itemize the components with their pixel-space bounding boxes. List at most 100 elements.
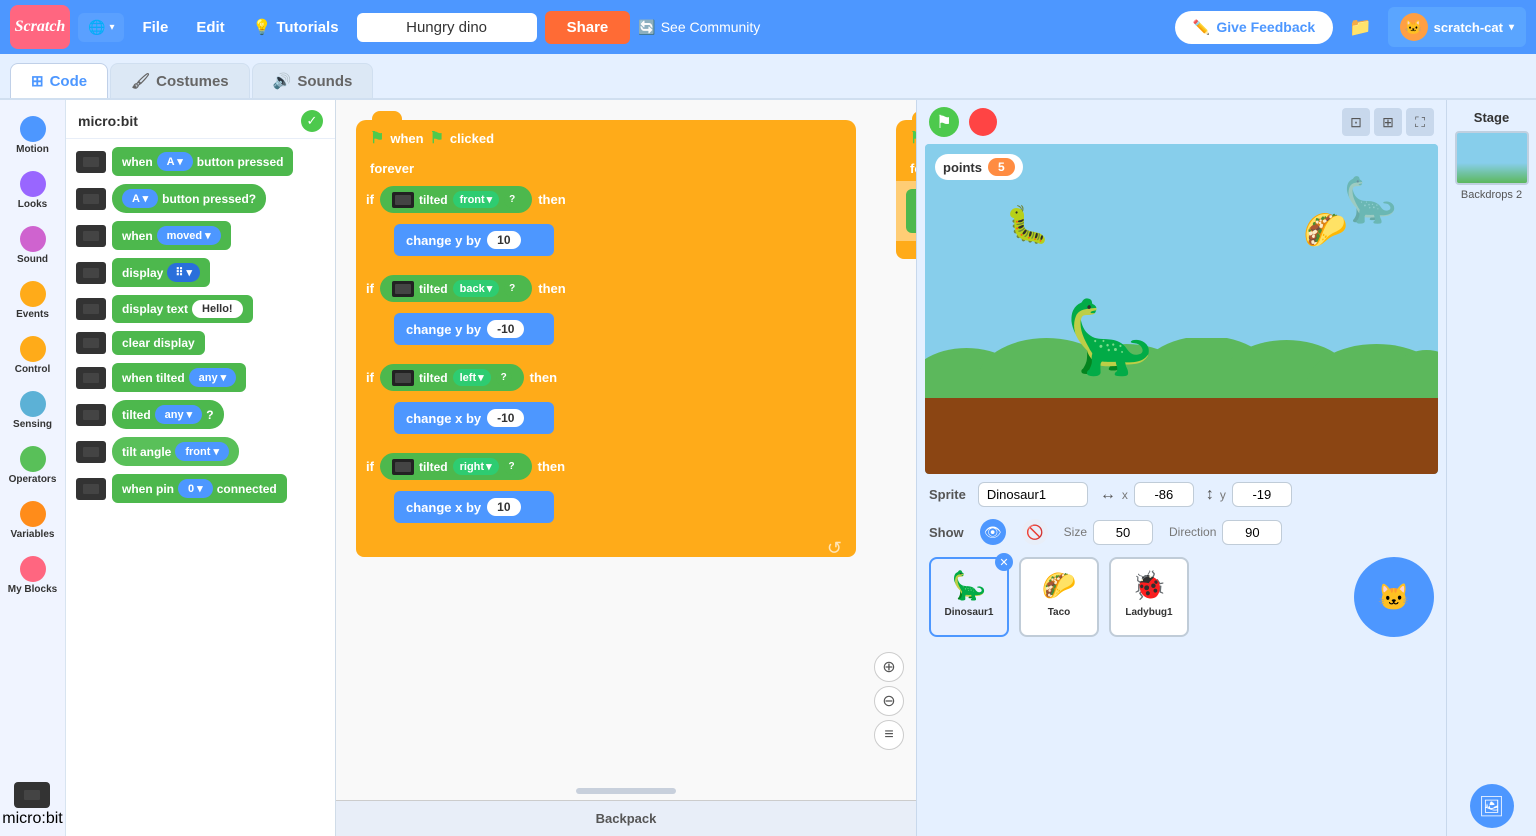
sprite-thumbnails: ✕ 🦕 Dinosaur1 🌮 Taco 🐞 Ladybug1 🐱 [917, 549, 1446, 645]
block-clear-display-shape[interactable]: clear display [112, 331, 205, 355]
left-dropdown[interactable]: left ▾ [453, 369, 491, 386]
change-x-left[interactable]: change x by -10 [394, 402, 554, 434]
cond-tilted-left[interactable]: tilted left ▾ ? [380, 364, 524, 391]
block-a-button-bool[interactable]: A ▾ button pressed? [112, 184, 266, 213]
sidebar-item-sound[interactable]: Sound [4, 220, 62, 271]
block-when-pin[interactable]: when pin 0 ▾ connected [76, 474, 325, 503]
block-display[interactable]: display ⠿ ▾ [76, 258, 325, 287]
block-tilt-angle[interactable]: tilt angle front ▾ [76, 437, 325, 466]
front-dropdown[interactable]: front ▾ [453, 191, 500, 208]
sprite-name-input[interactable] [978, 482, 1088, 507]
sprite-thumb-dinosaur[interactable]: ✕ 🦕 Dinosaur1 [929, 557, 1009, 637]
small-stage-button[interactable]: ⊡ [1342, 108, 1370, 136]
sprite-thumb-taco[interactable]: 🌮 Taco [1019, 557, 1099, 637]
block-clear-display[interactable]: clear display [76, 331, 325, 355]
change-y-back[interactable]: change y by -10 [394, 313, 554, 345]
x-coord-input[interactable] [1134, 482, 1194, 507]
fullscreen-button[interactable]: ⛶ [1406, 108, 1434, 136]
block-tilted-bool-shape[interactable]: tilted any ▾ ? [112, 400, 224, 429]
add-sprite-button[interactable]: 🐱 [1354, 557, 1434, 637]
if-front-block[interactable]: if tilted front ▾ ? then change y by 10 [356, 181, 856, 272]
if-back-block[interactable]: if tilted back ▾ ? then change y by -10 [356, 270, 856, 361]
hat-block-1[interactable]: ⚑ when ⚑ clicked [356, 120, 856, 156]
mb-mini-icon-3 [392, 370, 414, 386]
sprite-delete-dinosaur[interactable]: ✕ [995, 553, 1013, 571]
tab-costumes[interactable]: 🖌 Costumes [110, 63, 250, 98]
share-button[interactable]: Share [545, 11, 631, 44]
file-menu[interactable]: File [132, 13, 178, 42]
user-menu[interactable]: 🐱 scratch-cat ▾ [1388, 7, 1526, 47]
block-when-a-pressed-shape[interactable]: when A ▾ button pressed [112, 147, 293, 176]
scratch-logo[interactable]: Scratch [10, 5, 70, 49]
forever-block-1[interactable]: forever [356, 156, 856, 181]
sensing-label: Sensing [13, 419, 52, 430]
horizontal-scrollbar[interactable] [576, 788, 676, 794]
green-flag-button[interactable]: ⚑ [929, 107, 959, 137]
if-right-block[interactable]: if tilted right ▾ ? then change x by 10 [356, 448, 856, 539]
block-tilt-angle-shape[interactable]: tilt angle front ▾ [112, 437, 239, 466]
block-display-shape[interactable]: display ⠿ ▾ [112, 258, 210, 287]
cond-tilted-front[interactable]: tilted front ▾ ? [380, 186, 532, 213]
block-a-button-pressed[interactable]: A ▾ button pressed? [76, 184, 325, 213]
lightbulb-icon: 💡 [253, 18, 272, 36]
tutorials-button[interactable]: 💡 Tutorials [243, 12, 349, 42]
project-name-input[interactable] [357, 13, 537, 42]
community-button[interactable]: 🔄 See Community [638, 19, 760, 36]
stop-button[interactable] [969, 108, 997, 136]
sidebar-item-motion[interactable]: Motion [4, 110, 62, 161]
sidebar-item-looks[interactable]: Looks [4, 165, 62, 216]
if-left-block[interactable]: if tilted left ▾ ? then change x by -10 [356, 359, 856, 450]
script-canvas[interactable]: ⚑ when ⚑ clicked forever if tilted front… [336, 100, 916, 800]
backpack-bar[interactable]: Backpack [336, 800, 916, 836]
show-eye-button[interactable]: 👁 [980, 519, 1006, 545]
zoom-out-button[interactable]: ⊖ [874, 686, 904, 716]
y-coord-input[interactable] [1232, 482, 1292, 507]
ladybug-sprite: 🐛 [1005, 204, 1050, 246]
tab-code[interactable]: ⊞ Code [10, 63, 108, 98]
change-x-right[interactable]: change x by 10 [394, 491, 554, 523]
block-when-a-pressed[interactable]: when A ▾ button pressed [76, 147, 325, 176]
block-when-pin-shape[interactable]: when pin 0 ▾ connected [112, 474, 287, 503]
operators-label: Operators [9, 474, 57, 485]
block-display-text[interactable]: display text Hello! [76, 295, 325, 323]
feedback-button[interactable]: ✏️ Give Feedback [1175, 11, 1333, 44]
folder-button[interactable]: 📁 [1341, 13, 1379, 42]
sidebar-microbit[interactable]: micro:bit [2, 782, 62, 828]
direction-input[interactable] [1222, 520, 1282, 545]
stage-mini-thumbnail[interactable] [1455, 131, 1529, 185]
hat-block-2[interactable]: ⚑ when ⚑ clicked [896, 120, 916, 156]
cond-tilted-back[interactable]: tilted back ▾ ? [380, 275, 532, 302]
size-input[interactable] [1093, 520, 1153, 545]
change-y-front[interactable]: change y by 10 [394, 224, 554, 256]
top-navigation: Scratch 🌐 ▾ File Edit 💡 Tutorials Share … [0, 0, 1536, 54]
cond-tilted-right[interactable]: tilted right ▾ ? [380, 453, 532, 480]
block-display-text-shape[interactable]: display text Hello! [112, 295, 253, 323]
sprite-thumb-ladybug[interactable]: 🐞 Ladybug1 [1109, 557, 1189, 637]
zoom-in-button[interactable]: ⊕ [874, 652, 904, 682]
block-tilted-bool[interactable]: tilted any ▾ ? [76, 400, 325, 429]
language-selector[interactable]: 🌐 ▾ [78, 13, 124, 42]
tab-sounds[interactable]: 🔊 Sounds [252, 63, 374, 98]
block-when-moved-shape[interactable]: when moved ▾ [112, 221, 231, 250]
edit-menu[interactable]: Edit [186, 13, 234, 42]
normal-stage-button[interactable]: ⊞ [1374, 108, 1402, 136]
block-when-moved[interactable]: when moved ▾ [76, 221, 325, 250]
forever-block-2[interactable]: forever [896, 156, 916, 181]
sidebar-item-variables[interactable]: Variables [4, 495, 62, 546]
block-when-tilted-shape[interactable]: when tilted any ▾ [112, 363, 246, 392]
block-when-tilted[interactable]: when tilted any ▾ [76, 363, 325, 392]
display-text-inner[interactable]: display text points [896, 181, 916, 241]
sidebar-item-operators[interactable]: Operators [4, 440, 62, 491]
script-stack-2[interactable]: ⚑ when ⚑ clicked forever display text po… [896, 120, 916, 259]
back-dropdown[interactable]: back ▾ [453, 280, 500, 297]
add-backdrop-button[interactable]: 🖼 [1470, 784, 1514, 828]
sidebar-item-control[interactable]: Control [4, 330, 62, 381]
sidebar-item-sensing[interactable]: Sensing [4, 385, 62, 436]
zoom-reset-button[interactable]: ≡ [874, 720, 904, 750]
right-dropdown[interactable]: right ▾ [453, 458, 499, 475]
display-text-block[interactable]: display text points [906, 189, 916, 233]
sidebar-item-events[interactable]: Events [4, 275, 62, 326]
hide-eye-button[interactable]: 🚫 [1022, 519, 1048, 545]
sidebar-item-myblocks[interactable]: My Blocks [4, 550, 62, 601]
script-stack-1[interactable]: ⚑ when ⚑ clicked forever if tilted front… [356, 120, 856, 557]
